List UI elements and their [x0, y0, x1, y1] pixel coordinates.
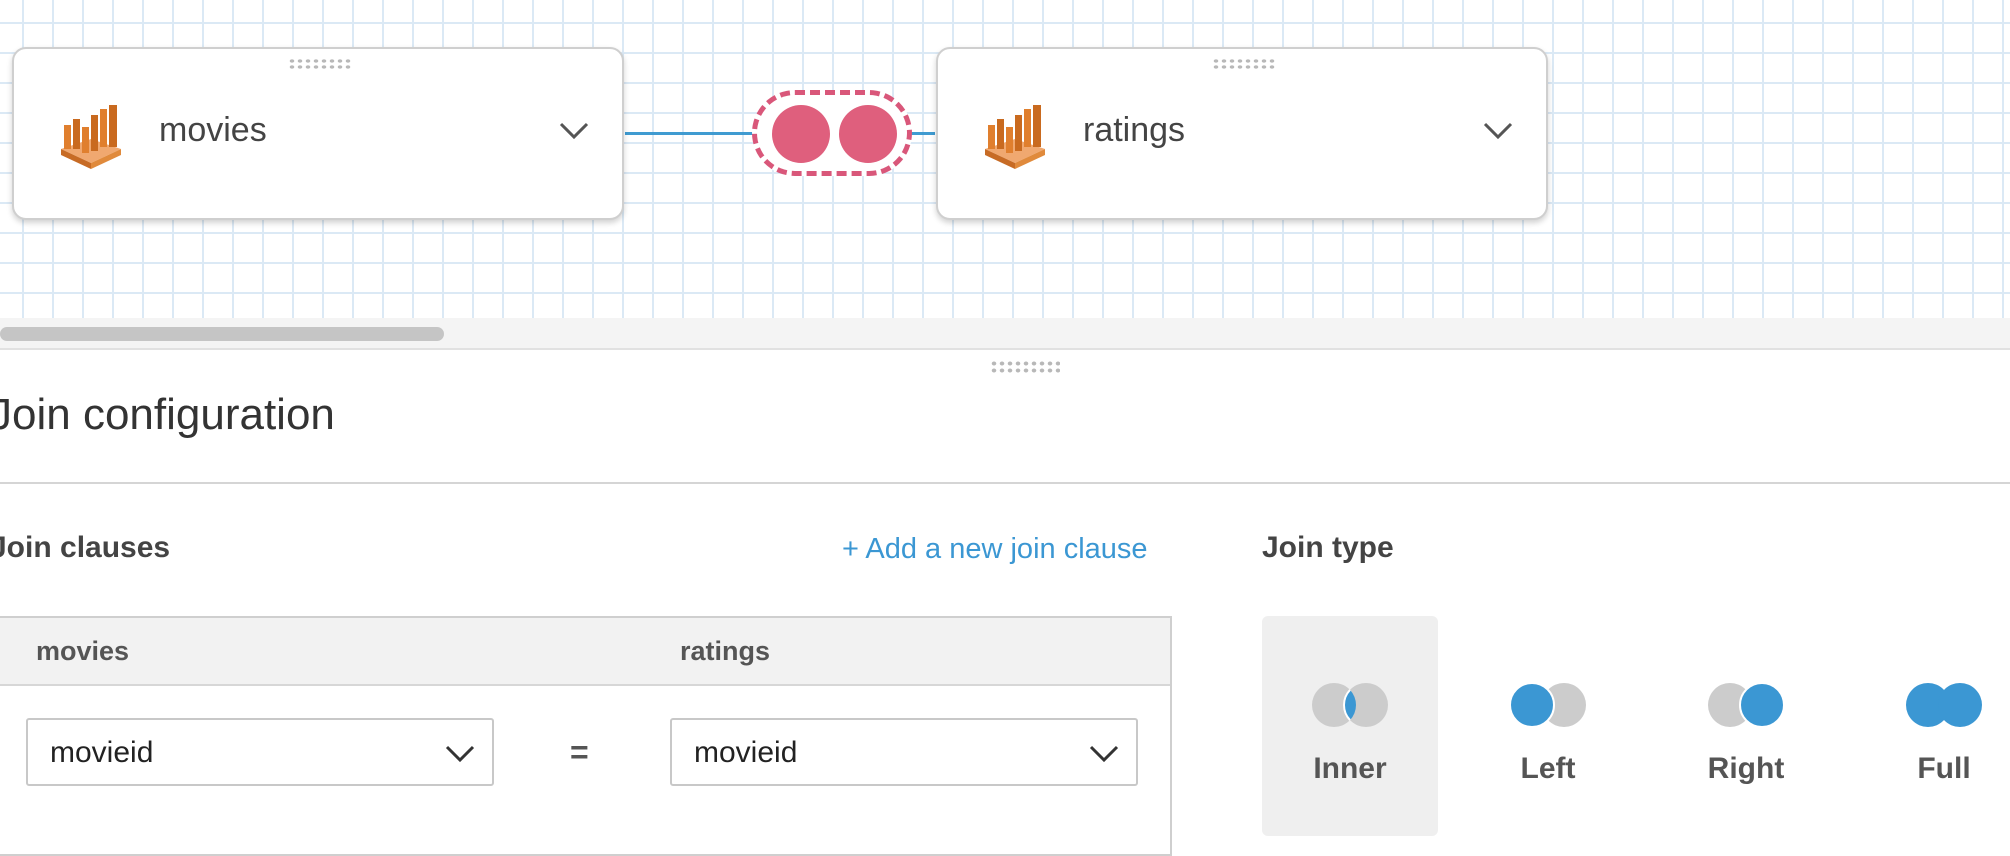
join-clauses-label: Join clauses	[0, 531, 171, 564]
chevron-down-icon[interactable]	[558, 121, 590, 141]
join-canvas: movies ratings	[0, 0, 2010, 319]
horizontal-scrollbar[interactable]	[0, 318, 2010, 350]
inner-join-icon-right	[839, 105, 897, 163]
join-type-right[interactable]: Right	[1658, 616, 1834, 836]
divider	[0, 482, 2010, 484]
node-movies[interactable]: movies	[12, 47, 624, 220]
join-badge[interactable]	[752, 90, 912, 176]
node-label: ratings	[1083, 111, 1186, 149]
chevron-down-icon	[445, 745, 475, 763]
scrollbar-thumb[interactable]	[0, 327, 444, 341]
panel-title: Join configuration	[0, 390, 335, 439]
join-type-full[interactable]: Full	[1856, 616, 2010, 836]
add-join-clause-link[interactable]: + Add a new join clause	[842, 533, 1148, 566]
right-field-select[interactable]: movieid	[670, 718, 1138, 786]
left-join-venn-icon	[1509, 682, 1586, 728]
join-type-label-right: Right	[1707, 752, 1785, 785]
right-join-venn-icon	[1708, 682, 1785, 728]
join-type-label-full: Full	[1917, 752, 1971, 785]
redshift-table-icon	[61, 105, 121, 169]
join-type-left[interactable]: Left	[1460, 616, 1636, 836]
inner-join-venn-icon	[1312, 683, 1388, 727]
node-label: movies	[159, 111, 267, 149]
equals-operator: =	[570, 734, 589, 770]
drag-handle-icon[interactable]	[1212, 58, 1276, 70]
drag-handle-icon[interactable]	[288, 58, 352, 70]
redshift-table-icon	[985, 105, 1045, 169]
select-value: movieid	[694, 736, 798, 769]
right-column-header: ratings	[680, 636, 771, 666]
table-header: movies ratings	[0, 618, 1170, 686]
left-column-header: movies	[36, 636, 130, 666]
left-field-select[interactable]: movieid	[26, 718, 494, 786]
chevron-down-icon	[1089, 745, 1119, 763]
chevron-down-icon[interactable]	[1482, 121, 1514, 141]
full-join-venn-icon	[1906, 683, 1982, 727]
join-type-label: Join type	[1262, 531, 1394, 564]
select-value: movieid	[50, 736, 154, 769]
node-ratings[interactable]: ratings	[936, 47, 1548, 220]
join-type-label-inner: Inner	[1313, 752, 1387, 785]
join-type-inner[interactable]: Inner	[1262, 616, 1438, 836]
panel-resize-handle-icon[interactable]	[990, 360, 1060, 374]
inner-join-icon	[772, 105, 830, 163]
join-clauses-table: movies ratings movieid = movieid	[0, 616, 1172, 856]
join-type-label-left: Left	[1520, 752, 1576, 785]
connector-line-left	[625, 132, 760, 135]
